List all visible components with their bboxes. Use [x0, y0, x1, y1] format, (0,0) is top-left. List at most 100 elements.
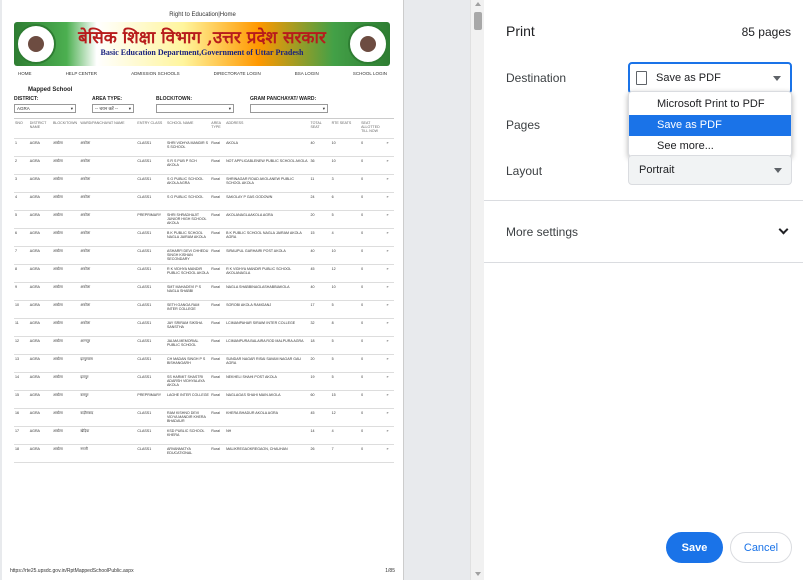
table-cell: AGRA: [28, 426, 52, 445]
table-cell: 36: [309, 156, 331, 175]
table-cell: CLASS1: [136, 228, 166, 247]
save-button[interactable]: Save: [666, 532, 723, 563]
gp-select: ▾: [250, 104, 328, 113]
area-label: AREA TYPE:: [92, 96, 123, 102]
table-cell: 12: [330, 408, 361, 427]
table-cell: 32: [309, 318, 331, 337]
table-cell: »: [385, 390, 394, 409]
table-row: 8 AGRA अकोला अकोला CLASS1 R K VIDHYA MANDIR P…: [14, 264, 394, 283]
table-cell: »: [385, 156, 394, 175]
table-cell: बलपुर: [79, 390, 137, 409]
table-cell: 14: [309, 426, 331, 445]
menu-item-save-as-pdf[interactable]: Save as PDF: [629, 115, 791, 136]
table-cell: 18: [14, 444, 29, 463]
table-cell: अकोला: [51, 408, 80, 427]
table-cell: 0: [360, 300, 386, 319]
scroll-down-arrow-icon[interactable]: [475, 572, 481, 576]
block-label: BLOCK/TOWN:: [156, 96, 193, 102]
layout-select[interactable]: Portrait: [628, 155, 792, 185]
table-cell: 10: [330, 246, 361, 265]
district-filter: DISTRICT: AGRA ▾: [14, 96, 76, 113]
table-cell: 16: [14, 408, 29, 427]
table-row: 12 AGRA अकोला अरनपुर CLASS1 JALMA MEMORIAL PU…: [14, 336, 394, 355]
cancel-button[interactable]: Cancel: [730, 532, 792, 563]
pdf-file-icon: [636, 71, 647, 85]
table-cell: अरनपुर: [79, 336, 137, 355]
table-cell: NOT APPLICABLENEW PUBLIC SCHOOL AKOLA: [225, 156, 310, 175]
table-cell: 8: [14, 264, 29, 283]
table-row: 15 AGRA अकोला बलपुर PREPRIMARY LAGHE INTER CO…: [14, 390, 394, 409]
table-cell: 40: [309, 282, 331, 301]
table-cell: 45: [309, 408, 331, 427]
table-cell: CLASS1: [136, 336, 166, 355]
table-cell: CLASS1: [136, 246, 166, 265]
preview-scrollbar[interactable]: [470, 0, 484, 580]
table-header-row: SNO DISTRICT NAME BLOCK/TOWN WARD/PANCHAYAT…: [14, 118, 394, 139]
table-cell: कड़ौराबाद: [79, 408, 137, 427]
table-cell: 0: [360, 138, 386, 157]
table-cell: Rural: [210, 354, 226, 373]
table-cell: AGRA: [28, 372, 52, 391]
scroll-up-arrow-icon[interactable]: [475, 2, 481, 6]
table-cell: CLASS1: [136, 282, 166, 301]
table-cell: AGRA: [28, 390, 52, 409]
destination-label: Destination: [506, 71, 567, 85]
footer-url: https://rte25.upsdc.gov.in/RptMappedScho…: [10, 568, 134, 574]
table-cell: अकोला: [79, 282, 137, 301]
table-cell: S G PUBLIC SCHOOL AKOLA AGRA: [165, 174, 211, 193]
table-cell: 17: [14, 426, 29, 445]
table-cell: SETH GANGA RAM INTER COLLEGE: [165, 300, 211, 319]
table-cell: AGRA: [28, 354, 52, 373]
table-cell: इटापुर: [79, 372, 137, 391]
table-cell: 18: [309, 336, 331, 355]
table-cell: SS HARMIT SHASTRI ADARSH VIDHYALAYA AKOL…: [165, 372, 211, 391]
table-cell: Rural: [210, 174, 226, 193]
menu-item-see-more[interactable]: See more...: [629, 136, 791, 157]
table-row: 5 AGRA अकोला अकोला PREPRIMARY SHRI SHRADHAJIT…: [14, 210, 394, 229]
table-header-cell: AREA TYPE: [210, 118, 226, 139]
table-cell: SHRI SHRADHAJIT JUNIOR HIGH SCHOOL AKOLA: [165, 210, 211, 229]
table-cell: SOROBI AKOLA RAMGANJ: [225, 300, 310, 319]
banner-english-title: Basic Education Department,Government of…: [100, 48, 304, 57]
table-cell: »: [385, 372, 394, 391]
table-cell: ARVANMATYA EDUCATIONAL: [165, 444, 211, 463]
table-cell: Rural: [210, 210, 226, 229]
area-select: -- चयन करें -- ▾: [92, 104, 134, 113]
table-cell: 5: [14, 210, 29, 229]
table-cell: »: [385, 426, 394, 445]
more-settings-toggle[interactable]: More settings: [484, 216, 803, 246]
mapped-school-table: SNO DISTRICT NAME BLOCK/TOWN WARD/PANCHAYAT…: [14, 118, 394, 463]
table-cell: अकोला: [51, 210, 80, 229]
table-row: 3 AGRA अकोला अकोला CLASS1 S G PUBLIC SCHOOL A…: [14, 174, 394, 193]
chevron-down-icon: [773, 76, 781, 81]
block-filter: BLOCK/TOWN: ▾: [156, 96, 234, 113]
table-cell: Rural: [210, 156, 226, 175]
table-cell: AGRA: [28, 408, 52, 427]
table-cell: अकोला: [51, 246, 80, 265]
table-cell: 5: [330, 354, 361, 373]
nav-bsa-login: BSA LOGIN: [294, 71, 319, 76]
table-cell: Rural: [210, 426, 226, 445]
table-row: 4 AGRA अकोला अकोला CLASS1 S G PUBLIC SCHOOL Ru…: [14, 192, 394, 211]
destination-select[interactable]: Save as PDF: [628, 62, 792, 94]
scroll-thumb[interactable]: [474, 12, 482, 30]
table-cell: »: [385, 336, 394, 355]
table-cell: 15: [14, 390, 29, 409]
table-cell: 0: [360, 282, 386, 301]
table-cell: अकोला: [79, 246, 137, 265]
table-cell: 10: [330, 156, 361, 175]
nav-admission-schools: ADMISSION SCHOOLS: [131, 71, 180, 76]
menu-item-microsoft-print-to-pdf[interactable]: Microsoft Print to PDF: [629, 94, 791, 115]
table-cell: 40: [309, 246, 331, 265]
table-cell: Rural: [210, 408, 226, 427]
table-cell: »: [385, 228, 394, 247]
preview-page: Right to Education|Home बेसिक शिक्षा विभ…: [2, 0, 404, 580]
destination-dropdown-menu: Microsoft Print to PDF Save as PDF See m…: [628, 91, 792, 157]
table-cell: 0: [360, 192, 386, 211]
table-cell: AGRA: [28, 156, 52, 175]
gp-label: GRAM PANCHAYAT/ WARD:: [250, 96, 317, 102]
table-cell: 24: [309, 192, 331, 211]
table-cell: »: [385, 300, 394, 319]
table-cell: 15: [309, 228, 331, 247]
table-cell: KHERA BHADUR AKOLA AGRA: [225, 408, 310, 427]
